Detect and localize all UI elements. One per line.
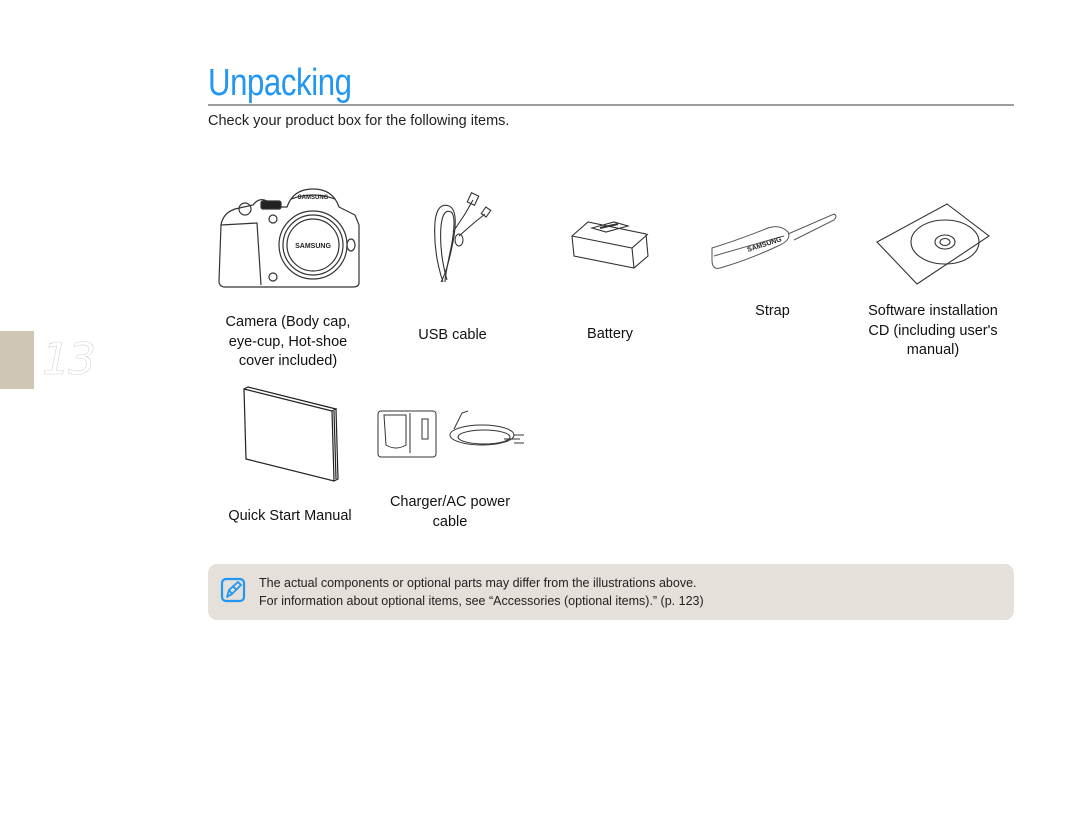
item-quick-start-manual: Quick Start Manual (210, 385, 370, 527)
charger-illustration (377, 410, 524, 458)
note-pencil-icon (220, 577, 246, 603)
item-label: manual) (906, 342, 960, 358)
manual-illustration (243, 386, 339, 482)
page-tab-marker (0, 331, 34, 389)
item-software-cd: Software installation CD (including user… (853, 200, 1013, 361)
item-charger-ac-cable: Charger/AC power cable (372, 405, 528, 532)
intro-text: Check your product box for the following… (208, 113, 510, 129)
strap-brand-text: SAMSUNG (746, 236, 783, 254)
page-number: 13 (42, 334, 96, 385)
camera-illustration: SAMSUNG SAMSUNG (218, 188, 360, 288)
item-label: eye-cup, Hot-shoe (228, 333, 348, 350)
note-line: The actual components or optional parts … (259, 576, 697, 590)
software-cd-illustration (876, 203, 990, 285)
item-label: cable (432, 513, 468, 530)
item-label: CD (including user's (868, 322, 998, 339)
strap-illustration: SAMSUNG (711, 213, 836, 269)
item-camera: SAMSUNG SAMSUNG Camera (Body cap, eye-cu… (206, 185, 370, 372)
note-line: For information about optional items, se… (259, 594, 704, 608)
note-box: The actual components or optional parts … (208, 564, 1014, 620)
item-strap: SAMSUNG Strap (705, 210, 840, 322)
item-label: Camera (Body cap, (225, 314, 351, 330)
battery-illustration (571, 221, 649, 269)
item-battery: Battery (555, 210, 665, 345)
item-label: Quick Start Manual (228, 508, 352, 524)
title-divider (208, 104, 1014, 106)
page-title: Unpacking (208, 62, 352, 104)
item-label: Battery (587, 326, 633, 342)
item-usb-cable: USB cable (395, 192, 510, 346)
item-label: Strap (755, 303, 790, 319)
item-label: cover included) (238, 353, 338, 369)
item-label: USB cable (418, 327, 487, 343)
usb-cable-illustration (433, 192, 492, 283)
item-label: Charger/AC power (389, 494, 511, 510)
svg-text:SAMSUNG: SAMSUNG (298, 195, 329, 201)
item-label: Software installation (868, 303, 998, 319)
camera-brand-text: SAMSUNG (295, 243, 331, 250)
